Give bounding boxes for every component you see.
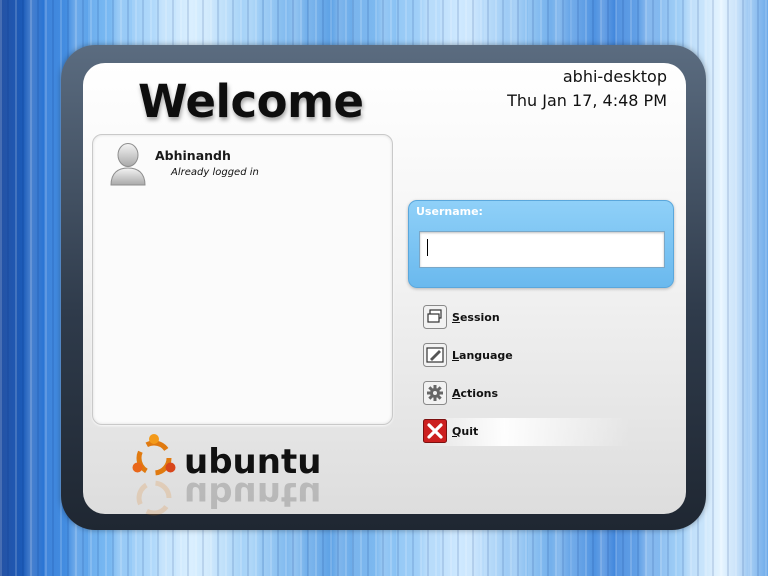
user-status: Already logged in [171,167,259,178]
session-icon [423,305,447,329]
quit-icon [423,419,447,443]
language-label: Language [452,349,513,362]
quit-button[interactable]: Quit [420,418,630,446]
ubuntu-logo: ubuntu ubuntu [132,434,321,516]
session-button[interactable]: Session [420,304,630,332]
ubuntu-wordmark-reflection: ubuntu [184,474,321,514]
actions-label: Actions [452,387,499,400]
language-button[interactable]: Language [420,342,630,370]
language-icon [423,343,447,367]
username-label: Username: [416,205,483,218]
user-list-item[interactable]: Abhinandh Already logged in [107,141,377,189]
user-list[interactable]: Abhinandh Already logged in [92,134,393,425]
user-name: Abhinandh [155,148,231,163]
user-avatar-icon [110,143,146,186]
welcome-title: Welcome [138,75,364,128]
session-label: Session [452,311,500,324]
gear-icon [423,381,447,405]
username-input[interactable] [419,231,665,268]
clock-label: Thu Jan 17, 4:48 PM [507,91,667,110]
actions-button[interactable]: Actions [420,380,630,408]
text-cursor [427,239,428,256]
quit-label: Quit [452,425,479,438]
hostname-label: abhi-desktop [562,67,667,86]
login-box: Username: [408,200,674,288]
